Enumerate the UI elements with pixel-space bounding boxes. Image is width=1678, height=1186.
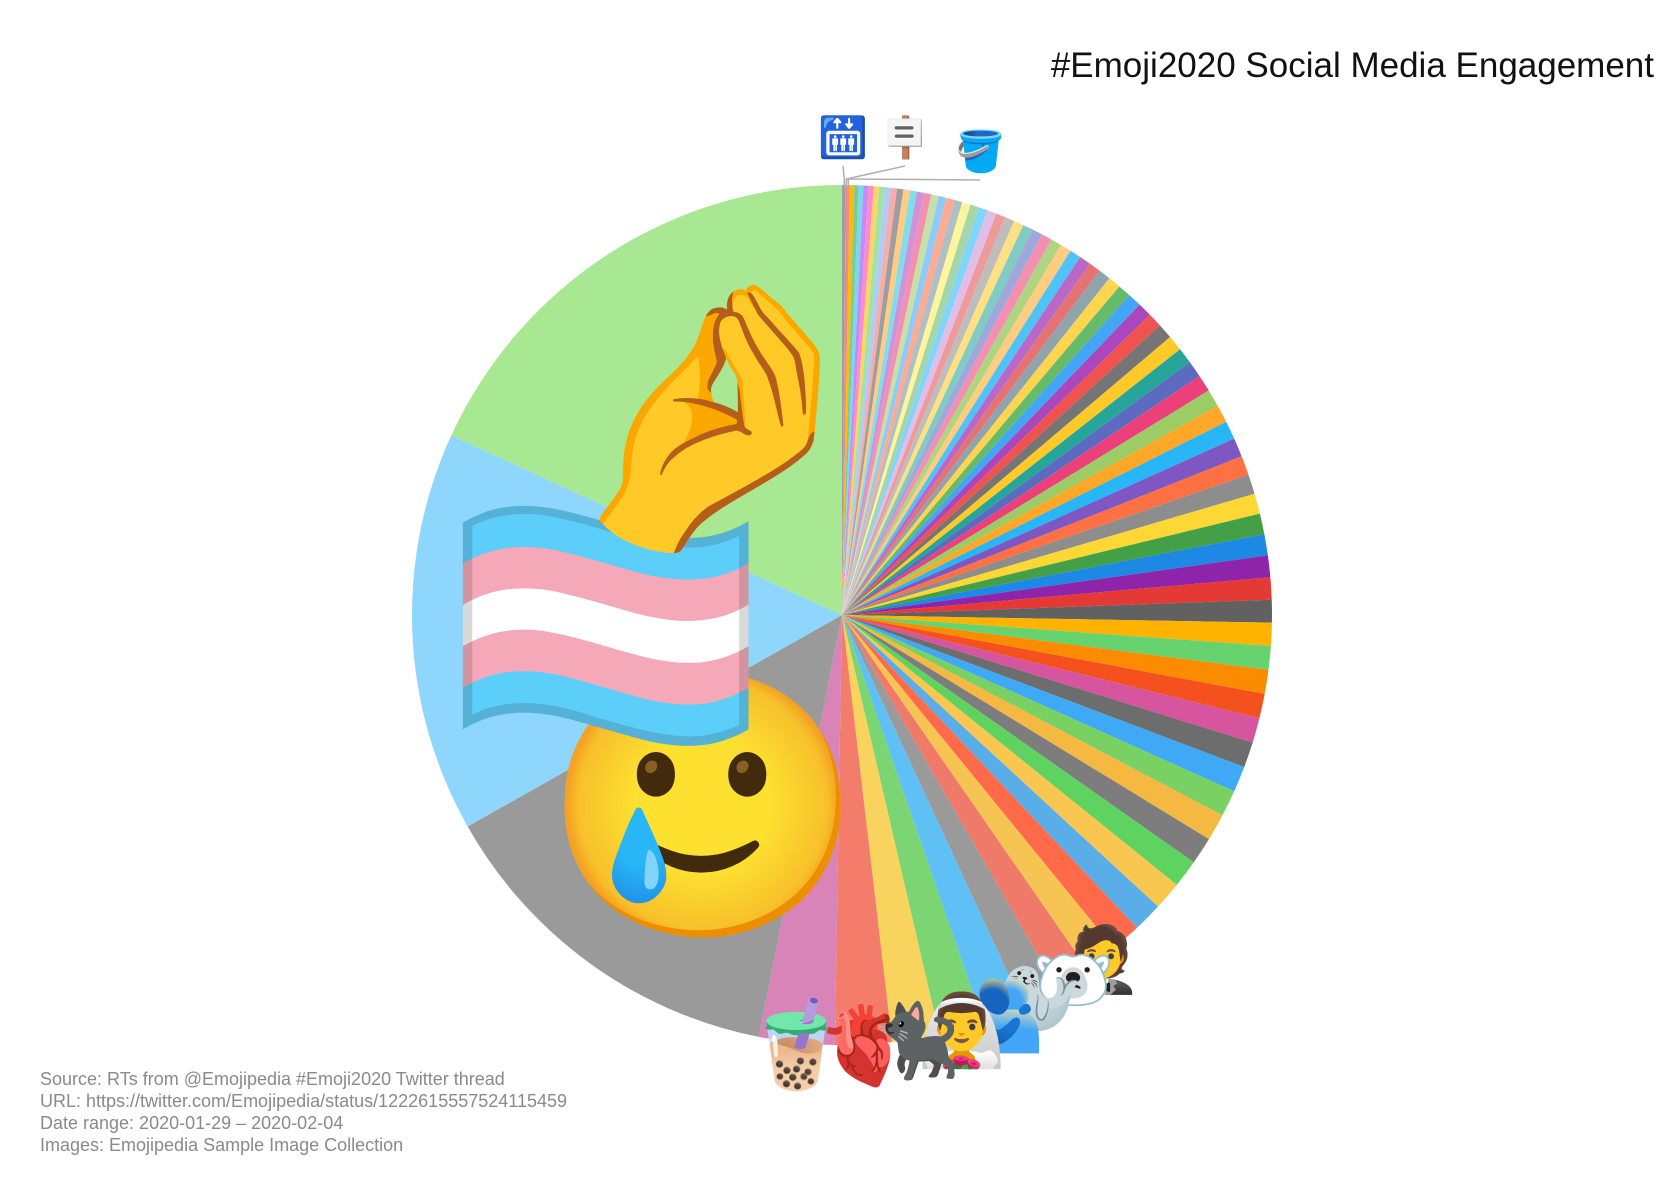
callout-emoji-label: 🪣 xyxy=(955,128,1005,175)
pie-chart: 🤵🐻‍❄️🦭🫂👰‍♂️🐈‍⬛🫀🧋🥲🏳️‍⚧️🤌🛗 🪧 🪣 xyxy=(411,114,1272,1095)
slice-emoji-label: 🧋 xyxy=(743,995,851,1095)
footer-url: URL: https://twitter.com/Emojipedia/stat… xyxy=(40,1091,568,1111)
footer-source: Source: RTs from @Emojipedia #Emoji2020 … xyxy=(40,1069,505,1089)
footer-images: Images: Emojipedia Sample Image Collecti… xyxy=(40,1135,404,1155)
callout-line xyxy=(842,165,846,187)
slice-emoji-label: 🤌 xyxy=(553,265,877,567)
callout-emoji-label: 🪧 xyxy=(880,114,930,161)
chart-footer: Source: RTs from @Emojipedia #Emoji2020 … xyxy=(40,1068,567,1156)
footer-date-range: Date range: 2020-01-29 – 2020-02-04 xyxy=(40,1113,344,1133)
callout-line xyxy=(845,165,906,187)
callout-emoji-label: 🛗 xyxy=(818,114,868,161)
